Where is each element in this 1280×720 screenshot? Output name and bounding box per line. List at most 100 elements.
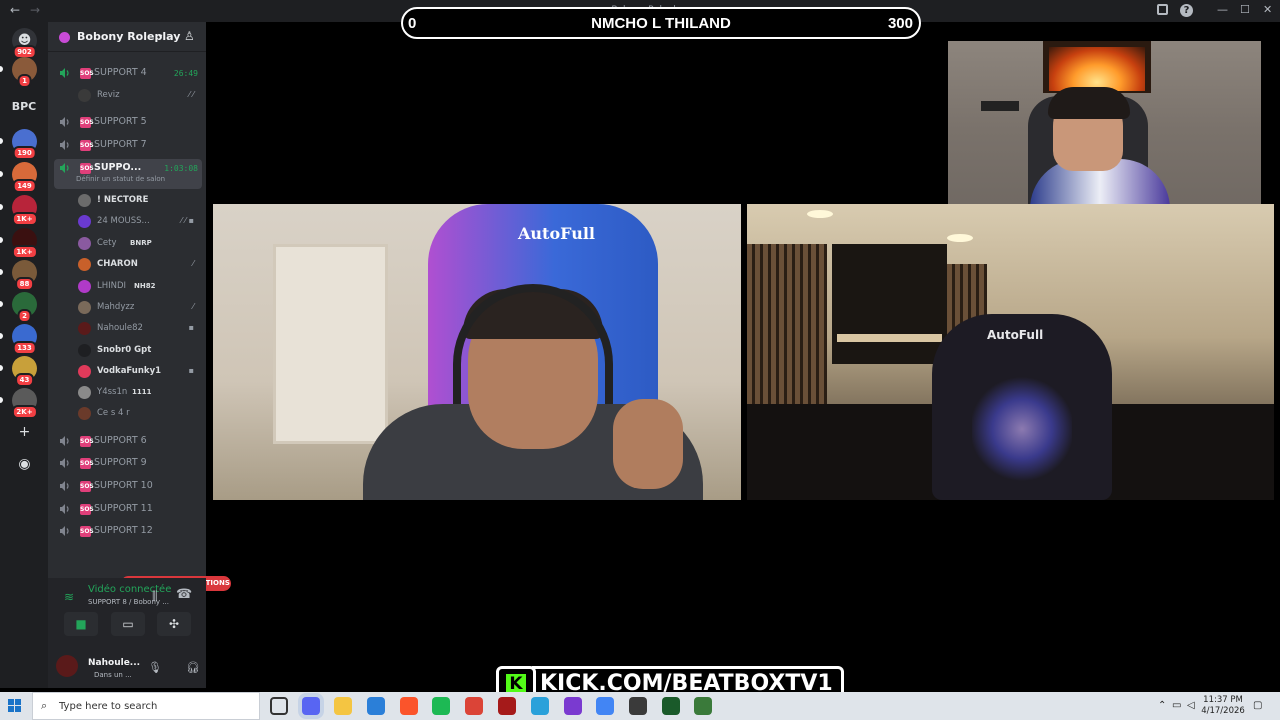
- voice-user[interactable]: 24 MOUSS... ⁄ ⁄ ▪: [78, 213, 202, 231]
- inbox-icon[interactable]: [1157, 4, 1168, 15]
- help-icon[interactable]: ?: [1180, 4, 1193, 17]
- store-icon[interactable]: [367, 697, 385, 715]
- screen-share-button[interactable]: ▭: [111, 612, 145, 636]
- task-view-icon[interactable]: [270, 697, 288, 715]
- speaker-icon: [60, 504, 69, 514]
- server-icon[interactable]: 149: [12, 162, 37, 193]
- voice-user[interactable]: CHARON ⁄: [78, 256, 202, 274]
- close-button[interactable]: ✕: [1263, 3, 1272, 16]
- noise-suppression-icon[interactable]: ⫼: [152, 589, 158, 604]
- voice-user[interactable]: LHINDI NH82: [78, 278, 202, 296]
- signal-icon[interactable]: ≋: [64, 590, 74, 604]
- voice-channel[interactable]: SOS SUPPORT 4 26:49: [54, 64, 202, 84]
- server-icon[interactable]: 43: [12, 356, 37, 387]
- channel-status[interactable]: Définir un statut de salon: [76, 175, 165, 183]
- voice-channel[interactable]: SOS SUPPORT 7: [54, 136, 202, 156]
- server-icon[interactable]: 2K+: [11, 388, 38, 419]
- spotify-icon[interactable]: [432, 697, 450, 715]
- guild-icon: [59, 32, 70, 43]
- server-icon[interactable]: 1: [12, 57, 37, 88]
- channel-timer: 1:03:08: [164, 164, 198, 173]
- voice-channel[interactable]: SOS SUPPORT 5: [54, 113, 202, 133]
- app-icon[interactable]: [629, 697, 647, 715]
- app-icon[interactable]: [498, 697, 516, 715]
- activities-button[interactable]: ✣: [157, 612, 191, 636]
- microphone-icon[interactable]: 🎙︎: [148, 661, 162, 674]
- brave-icon[interactable]: [400, 697, 418, 715]
- server-icon[interactable]: 2: [12, 292, 37, 323]
- voice-user[interactable]: VodkaFunky1 ▪: [78, 363, 202, 381]
- voice-channel[interactable]: SOS SUPPORT 12: [54, 522, 202, 542]
- server-icon[interactable]: 190: [12, 129, 37, 160]
- voice-channel[interactable]: SOS SUPPORT 10: [54, 477, 202, 497]
- add-server-icon[interactable]: +: [12, 420, 37, 445]
- video-tile-left[interactable]: AutoFull: [213, 204, 741, 500]
- chrome-icon[interactable]: [465, 697, 483, 715]
- file-explorer-icon[interactable]: [334, 697, 352, 715]
- minimize-button[interactable]: —: [1217, 3, 1228, 16]
- discord-app-icon[interactable]: [302, 697, 320, 715]
- unread-pill: [0, 301, 3, 307]
- voice-user[interactable]: Ce s 4 r: [78, 405, 202, 423]
- avatar[interactable]: [56, 655, 78, 677]
- speaker-icon: [60, 117, 69, 127]
- server-icon[interactable]: 88: [12, 260, 37, 291]
- disconnect-icon[interactable]: ☎: [176, 587, 192, 602]
- server-icon[interactable]: 133: [12, 324, 37, 355]
- voice-user[interactable]: Y4ss1n 1111: [78, 384, 202, 402]
- user-name: Y4ss1n: [97, 387, 128, 397]
- notifications-icon[interactable]: ▢: [1253, 700, 1262, 711]
- tray-chevron-icon[interactable]: ⌃: [1158, 700, 1166, 711]
- chevron-down-icon[interactable]: ⌄: [156, 29, 164, 40]
- sos-emoji-icon: SOS: [80, 526, 94, 537]
- app-icon[interactable]: [694, 697, 712, 715]
- voice-user[interactable]: ! NECTORE: [78, 192, 202, 210]
- start-button[interactable]: [8, 699, 22, 713]
- app-icon[interactable]: [564, 697, 582, 715]
- sos-emoji-icon: SOS: [80, 436, 94, 447]
- taskbar-search[interactable]: ⌕ Type here to search: [32, 692, 260, 720]
- channel-name: SUPPORT 5: [94, 116, 147, 127]
- guild-header[interactable]: Bobony Roleplay ⌄ ♙: [48, 22, 206, 52]
- muted-icon: ⁄ ⁄: [188, 90, 194, 99]
- unread-pill: [0, 333, 3, 339]
- server-icon[interactable]: 1K+: [11, 228, 38, 259]
- taskbar-clock[interactable]: 11:37 PM 4/17/2026: [1198, 695, 1248, 717]
- app-icon[interactable]: [662, 697, 680, 715]
- shelving-unit: [273, 244, 388, 444]
- video-tile-right[interactable]: AutoFull: [747, 204, 1274, 500]
- voice-channel[interactable]: SOS SUPPORT 6: [54, 432, 202, 452]
- voice-user[interactable]: Snobr0 Gpt: [78, 342, 202, 360]
- fireplace: [1043, 41, 1151, 93]
- camera-button[interactable]: ■: [64, 612, 98, 636]
- server-badge: 1K+: [11, 212, 38, 226]
- voice-channel[interactable]: SOS SUPPORT 11: [54, 500, 202, 520]
- score-title: NMCHO L THILAND: [591, 15, 731, 32]
- avatar: [78, 280, 91, 293]
- telegram-icon[interactable]: [531, 697, 549, 715]
- user-status: Dans un ...: [94, 671, 132, 679]
- network-icon[interactable]: ▭: [1172, 700, 1181, 711]
- channel-name: SUPPORT 7: [94, 139, 147, 150]
- discover-icon[interactable]: ◉: [12, 452, 37, 477]
- server-icon[interactable]: 1K+: [11, 195, 38, 226]
- user-tag: 1111: [132, 388, 152, 396]
- user-name: CHARON: [97, 259, 138, 269]
- voice-user[interactable]: Mahdyzz ⁄: [78, 299, 202, 317]
- add-member-icon[interactable]: ♙: [184, 29, 195, 43]
- voice-channel[interactable]: SOS SUPPO... 1:03:08 Définir un statut de s…: [54, 159, 202, 189]
- user-name[interactable]: Nahoule...: [88, 658, 140, 668]
- voice-user[interactable]: Nahoule82 ▪: [78, 320, 202, 338]
- volume-icon[interactable]: ◁: [1187, 700, 1195, 711]
- avatar: [78, 194, 91, 207]
- maximize-button[interactable]: ☐: [1240, 3, 1250, 16]
- headphones-icon[interactable]: 🎧︎: [186, 661, 200, 674]
- voice-user[interactable]: Cety BNRP: [78, 235, 202, 253]
- server-bpc[interactable]: BPC: [6, 100, 42, 113]
- home-button[interactable]: ☻ 902: [12, 28, 37, 59]
- speaker-icon: [60, 68, 69, 78]
- chrome-icon[interactable]: [596, 697, 614, 715]
- user-name: Snobr0 Gpt: [97, 345, 152, 355]
- voice-user[interactable]: Reviz ⁄ ⁄: [78, 87, 202, 105]
- voice-channel[interactable]: SOS SUPPORT 9: [54, 454, 202, 474]
